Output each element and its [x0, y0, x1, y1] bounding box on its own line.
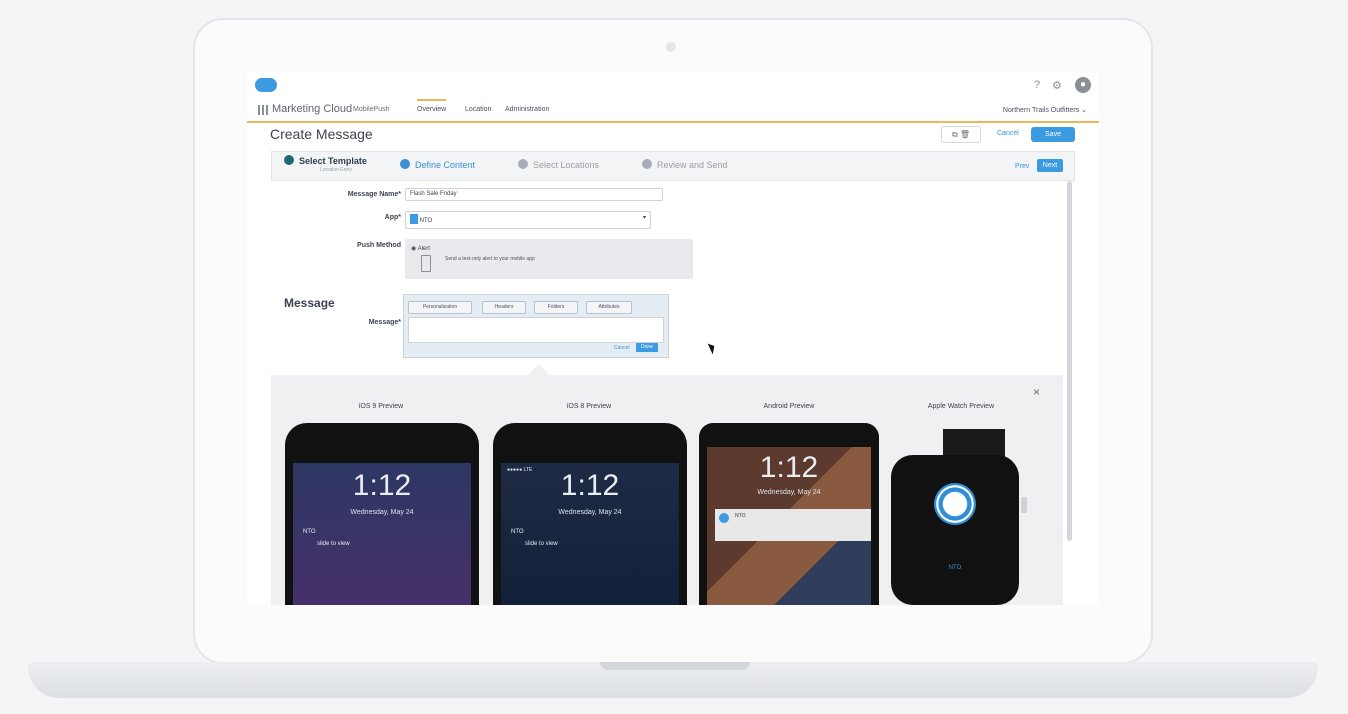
notification-body: slide to view [525, 541, 558, 547]
push-method-label: Push Method [357, 242, 401, 249]
camera [666, 42, 676, 52]
alert-radio[interactable]: ◉ Alert [411, 245, 430, 252]
salesforce-logo[interactable] [255, 78, 277, 92]
lock-date: Wednesday, May 24 [757, 489, 821, 496]
step-number-icon [518, 159, 528, 169]
page-title: Create Message [270, 126, 373, 142]
apple-watch-preview-label: Apple Watch Preview [927, 403, 995, 410]
message-section-heading: Message [284, 296, 335, 310]
android-screen: 1:12 Wednesday, May 24 NTO [707, 447, 871, 605]
message-name-input[interactable]: Flash Sale Friday [405, 188, 663, 201]
ios8-preview-label: iOS 8 Preview [566, 403, 612, 410]
laptop-notch [600, 662, 750, 670]
ios8-phone: ●●●●● LTE 1:12 Wednesday, May 24 NTO sli… [493, 423, 687, 605]
app-select-value: NTO [419, 218, 433, 224]
tab-overview[interactable]: Overview [417, 99, 447, 121]
chevron-down-icon: ⌄ [1081, 107, 1087, 114]
app-sub[interactable]: MobilePush [353, 106, 390, 113]
android-preview-label: Android Preview [763, 403, 815, 410]
ios9-preview-label: iOS 9 Preview [358, 403, 404, 410]
step-number-icon [642, 159, 652, 169]
message-textarea[interactable] [408, 317, 664, 343]
watch-crown [1021, 497, 1027, 513]
android-phone: 1:12 Wednesday, May 24 NTO [699, 423, 879, 605]
copy-delete-buttons[interactable]: ⧉ 🗑 [941, 126, 981, 143]
app-select[interactable]: NTO ▾ [405, 211, 651, 229]
step-select-locations[interactable]: Select Locations [518, 159, 599, 170]
app-launcher-icon[interactable] [258, 105, 268, 115]
app-name[interactable]: Marketing Cloud [272, 103, 352, 115]
step-number-icon [400, 159, 410, 169]
tab-location[interactable]: Location [465, 106, 491, 113]
app-screen: ? ⚙ ● Marketing Cloud MobilePush Overvie… [247, 71, 1099, 605]
cancel-link[interactable]: Cancel [997, 130, 1019, 137]
message-editor: Personalization Headers Folders Attribut… [403, 294, 669, 358]
alert-description: Send a text-only alert to your mobile ap… [445, 256, 535, 262]
check-icon [284, 155, 294, 165]
notification-app: NTO [735, 513, 746, 519]
ios8-screen: ●●●●● LTE 1:12 Wednesday, May 24 NTO sli… [501, 463, 679, 605]
gear-icon[interactable]: ⚙ [1052, 79, 1062, 92]
prev-button[interactable]: Prev [1015, 163, 1029, 170]
lock-clock: 1:12 [560, 469, 620, 502]
folders-dropdown[interactable]: Folders [534, 301, 578, 314]
push-method-option[interactable]: ◉ Alert Send a text-only alert to your m… [405, 239, 693, 279]
step-label: Select Locations [533, 160, 600, 170]
headers-dropdown[interactable]: Headers [482, 301, 526, 314]
lock-clock: 1:12 [352, 469, 412, 502]
org-switcher[interactable]: Northern Trails Outfitters ⌄ [1003, 106, 1087, 114]
watch-app-name: NTO [948, 565, 962, 571]
preview-panel: iOS 9 Preview iOS 8 Preview Android Prev… [271, 375, 1063, 605]
alert-label: Alert [417, 246, 430, 252]
lock-date: Wednesday, May 24 [350, 509, 414, 516]
app-icon [410, 214, 418, 224]
scrollbar[interactable] [1067, 181, 1072, 541]
notification-app: NTO [303, 529, 316, 535]
lock-clock: 1:12 [759, 451, 819, 484]
step-label: Define Content [415, 160, 476, 170]
tab-administration[interactable]: Administration [505, 106, 549, 113]
step-select-template[interactable]: Select Template [284, 155, 367, 166]
android-notification-card: NTO [715, 509, 871, 541]
step-label: Select Template [299, 156, 367, 166]
message-label: Message* [368, 319, 401, 326]
watch-strap-top [943, 429, 1005, 457]
phone-icon [421, 255, 431, 272]
app-icon [719, 513, 729, 523]
nav-bar: Marketing Cloud MobilePush Overview Loca… [247, 99, 1099, 123]
notification-app: NTO [511, 529, 524, 535]
app-label: App* [384, 214, 401, 221]
attributes-button[interactable]: Attributes [586, 301, 632, 314]
apple-watch: NTO [891, 455, 1019, 605]
notification-body: slide to view [317, 541, 350, 547]
editor-cancel-link[interactable]: Cancel [614, 345, 630, 351]
step-review-send[interactable]: Review and Send [642, 159, 728, 170]
step-sub-label: Location Entry [320, 167, 352, 173]
personalization-dropdown[interactable]: Personalization [408, 301, 472, 314]
ios9-screen: 1:12 Wednesday, May 24 NTO slide to view [293, 463, 471, 605]
message-name-label: Message Name* [347, 191, 401, 198]
avatar[interactable]: ● [1075, 77, 1091, 93]
editor-done-button[interactable]: Done [636, 343, 658, 352]
step-define-content[interactable]: Define Content [400, 159, 475, 170]
top-bar: ? ⚙ ● [247, 71, 1099, 99]
lock-date: Wednesday, May 24 [558, 509, 622, 516]
save-button[interactable]: Save [1031, 127, 1075, 142]
close-icon[interactable]: × [1033, 385, 1040, 399]
ios9-phone: 1:12 Wednesday, May 24 NTO slide to view [285, 423, 479, 605]
nto-logo-icon [934, 483, 976, 525]
chevron-down-icon: ▾ [642, 215, 646, 221]
next-button[interactable]: Next [1037, 159, 1063, 172]
step-bar: Select Template Location Entry Define Co… [271, 151, 1075, 181]
help-icon[interactable]: ? [1034, 79, 1040, 91]
org-name: Northern Trails Outfitters [1002, 107, 1080, 114]
step-label: Review and Send [657, 160, 728, 170]
